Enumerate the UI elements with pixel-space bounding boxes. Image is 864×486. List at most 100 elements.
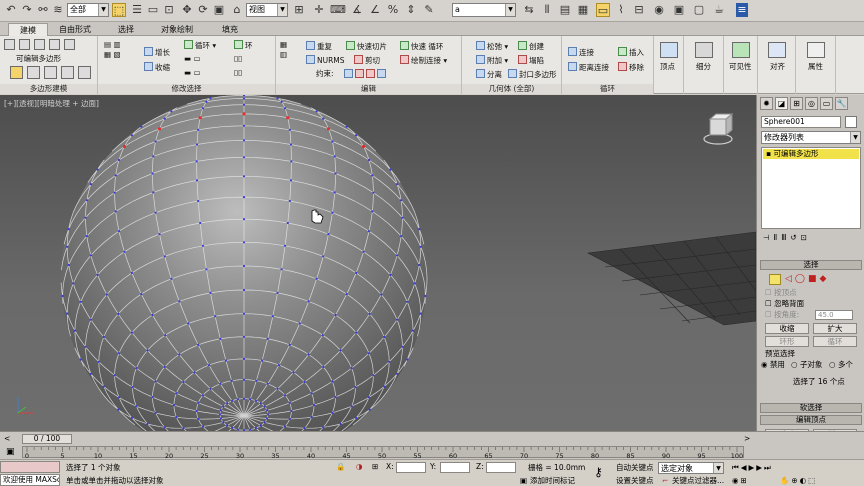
mesh-vertex[interactable] [130, 271, 133, 274]
subdivision-panel[interactable]: 细分 [684, 36, 724, 94]
mesh-vertex[interactable] [201, 107, 205, 110]
ground-grid-plane[interactable] [587, 231, 756, 326]
mesh-vertex[interactable] [170, 277, 173, 280]
grow-button[interactable]: 增长 [144, 47, 170, 58]
mesh-vertex[interactable] [310, 392, 313, 395]
ring-extra[interactable]: ▯▯ [234, 68, 242, 78]
mesh-vertex[interactable] [401, 216, 404, 219]
mesh-vertex[interactable] [290, 409, 293, 412]
rendered-frame-icon[interactable]: ▢ [692, 3, 706, 17]
select-move-icon[interactable]: ✥ [180, 3, 194, 17]
mesh-vertex[interactable] [331, 411, 334, 414]
mesh-vertex[interactable] [197, 199, 200, 203]
create-button[interactable]: 创建 [518, 41, 544, 52]
mesh-vertex[interactable] [333, 191, 336, 194]
align-icon[interactable]: ⫴ [540, 3, 554, 17]
utilities-tab-icon[interactable]: 🔧 [835, 97, 848, 110]
mesh-vertex[interactable] [383, 335, 386, 339]
key-filter-icon[interactable]: ⌐ [662, 476, 668, 486]
cap-poly-button[interactable]: 封口多边形 [508, 69, 557, 80]
mesh-vertex[interactable] [117, 352, 121, 355]
loop-button[interactable]: 循环 [813, 336, 857, 347]
mesh-vertex[interactable] [187, 322, 190, 325]
mesh-vertex[interactable] [406, 358, 409, 361]
key-icon[interactable]: ⚷ [594, 466, 603, 478]
mesh-vertex[interactable] [135, 405, 138, 408]
mesh-vertex[interactable] [85, 235, 88, 238]
mesh-vertex[interactable] [222, 421, 225, 424]
mesh-vertex[interactable] [276, 97, 279, 100]
mesh-vertex[interactable] [105, 293, 108, 296]
edge-mode-icon[interactable] [19, 39, 30, 50]
object-name-field[interactable]: Sphere001 [761, 116, 841, 128]
mesh-vertex[interactable] [242, 312, 246, 315]
mesh-vertex[interactable] [419, 245, 422, 248]
graphite-ribbon-icon[interactable]: ▭ [596, 3, 610, 17]
selection-filter-dropdown[interactable]: 全部 ▼ [67, 3, 109, 17]
mesh-vertex[interactable] [178, 300, 181, 303]
mesh-vertex[interactable] [266, 413, 269, 416]
mesh-vertex[interactable] [362, 250, 365, 253]
mesh-vertex[interactable] [242, 103, 246, 106]
tab-object-paint[interactable]: 对象绘制 [150, 23, 204, 36]
mesh-vertex[interactable] [117, 408, 120, 411]
mesh-vertex[interactable] [259, 424, 262, 427]
mesh-vertex[interactable] [345, 125, 348, 128]
border-mode-icon[interactable] [34, 39, 45, 50]
mesh-vertex[interactable] [322, 365, 325, 369]
ring-options[interactable]: ▯▯ [234, 54, 242, 64]
select-scale-icon[interactable]: ▣ [212, 3, 226, 17]
selected-vertex[interactable] [122, 144, 126, 149]
mesh-vertex[interactable] [355, 416, 358, 419]
mesh-vertex[interactable] [312, 404, 316, 407]
mesh-vertex[interactable] [152, 191, 155, 194]
mesh-vertex[interactable] [310, 416, 313, 419]
mesh-vertex[interactable] [151, 172, 154, 175]
mesh-vertex[interactable] [205, 268, 208, 271]
snap-toggle-icon[interactable]: ∡ [350, 3, 364, 17]
mesh-vertex[interactable] [130, 416, 133, 419]
mesh-vertex[interactable] [242, 357, 246, 360]
edit-named-sets-icon[interactable]: ✎ [422, 3, 436, 17]
loop-extra[interactable]: ▬ ▭ [184, 68, 201, 78]
mesh-vertex[interactable] [288, 343, 291, 346]
mesh-vertex[interactable] [242, 288, 246, 292]
mesh-vertex[interactable] [197, 417, 200, 421]
shrink-button[interactable]: 收缩 [144, 62, 170, 73]
mesh-vertex[interactable] [79, 358, 82, 361]
mesh-vertex[interactable] [276, 387, 279, 390]
soft-selection-rollout-header[interactable]: 软选择 [760, 403, 862, 413]
mesh-vertex[interactable] [219, 382, 222, 385]
tab-freeform[interactable]: 自由形式 [52, 23, 98, 36]
nurms-button[interactable]: NURMS [306, 55, 345, 66]
modify-tab-icon[interactable]: ◪ [775, 97, 788, 110]
mesh-vertex[interactable] [199, 221, 202, 225]
insert-button[interactable]: 插入 [618, 47, 644, 58]
mesh-vertex[interactable] [283, 107, 287, 110]
mesh-vertex[interactable] [242, 156, 246, 159]
mesh-vertex[interactable] [182, 427, 185, 430]
distance-connect-button[interactable]: 距离连接 [568, 62, 609, 73]
mesh-vertex[interactable] [219, 409, 222, 412]
mesh-vertex[interactable] [114, 210, 117, 213]
swiftloop-button[interactable]: 快速 循环 [400, 41, 443, 52]
add-time-tag[interactable]: 添加时间标记 [530, 476, 575, 486]
reference-coord-dropdown[interactable]: 视图 ▼ [246, 3, 288, 17]
mesh-vertex[interactable] [396, 183, 399, 186]
mesh-vertex[interactable] [321, 334, 324, 337]
mesh-vertex[interactable] [89, 318, 92, 321]
mesh-vertex[interactable] [154, 211, 157, 214]
mesh-vertex[interactable] [255, 379, 258, 382]
mesh-vertex[interactable] [117, 158, 121, 162]
mesh-vertex[interactable] [209, 97, 212, 100]
motion-tab-icon[interactable]: ◎ [805, 97, 818, 110]
attach-button[interactable]: 附加 ▾ [476, 55, 508, 66]
mesh-vertex[interactable] [242, 175, 246, 178]
mesh-vertex[interactable] [130, 134, 133, 137]
mesh-vertex[interactable] [154, 380, 157, 383]
mesh-vertex[interactable] [367, 352, 371, 355]
mesh-vertex[interactable] [61, 294, 64, 298]
mesh-vertex[interactable] [261, 359, 264, 362]
mesh-vertex[interactable] [214, 315, 217, 318]
ring-button[interactable]: 环 [234, 40, 253, 51]
